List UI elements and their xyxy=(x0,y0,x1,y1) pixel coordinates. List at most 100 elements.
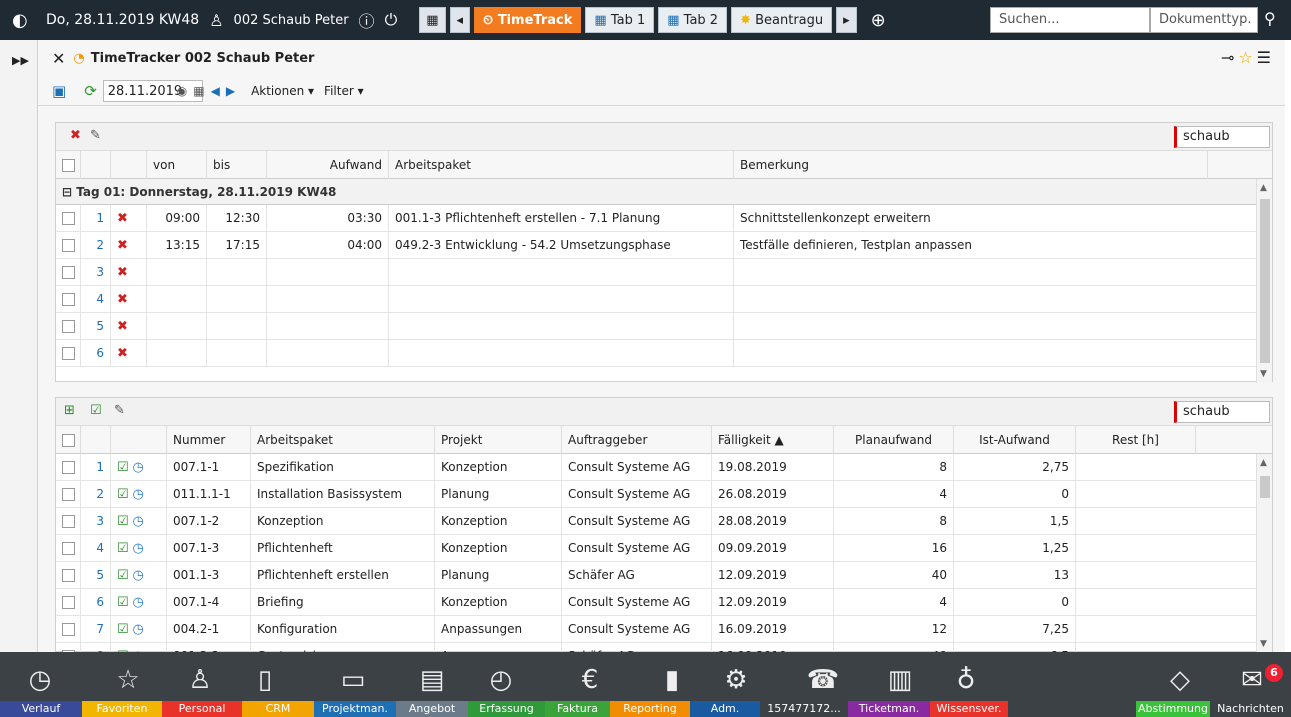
tab-beantragung[interactable]: ✸ Beantragu xyxy=(731,7,833,33)
header-projekt[interactable]: Projekt xyxy=(435,426,562,454)
cell-aufwand[interactable] xyxy=(267,340,389,367)
check-icon[interactable]: ☑ xyxy=(117,460,129,475)
cell-aufwand[interactable] xyxy=(267,286,389,313)
contacts-icon[interactable]: ▯ xyxy=(245,660,285,700)
dock-label[interactable]: Adm. xyxy=(690,701,760,717)
dock-label[interactable]: Angebot xyxy=(396,701,468,717)
clock-icon[interactable]: ◷ xyxy=(132,541,143,556)
cell-paket[interactable]: Installation Basissystem xyxy=(251,481,435,508)
header-bemerkung[interactable]: Bemerkung xyxy=(734,151,1208,179)
tab-1[interactable]: ▦ Tab 1 xyxy=(585,7,655,33)
dock-label[interactable]: Faktura xyxy=(545,701,610,717)
header-bis[interactable]: bis xyxy=(207,151,267,179)
cell-n[interactable]: 1 xyxy=(81,205,111,232)
cell-aufwand[interactable]: 03:30 xyxy=(267,205,389,232)
table-row[interactable]: 4 ☑ ◷ 007.1-3 Pflichtenheft Konzeption Consul… xyxy=(56,535,1258,562)
header-aufwand[interactable]: Aufwand xyxy=(267,151,389,179)
cell-von[interactable]: 09:00 xyxy=(147,205,207,232)
search-icon[interactable]: ⚲ xyxy=(1264,9,1276,28)
select-all-checkbox[interactable] xyxy=(56,426,81,454)
table-row[interactable]: 5 ☑ ◷ 001.1-3 Pflichtenheft erstellen Planun… xyxy=(56,562,1258,589)
cell-von[interactable] xyxy=(147,259,207,286)
grid1-scrollbar[interactable]: ▲ ▼ xyxy=(1256,179,1272,383)
menu-icon[interactable]: ☰ xyxy=(1257,48,1275,67)
cell-rest-input[interactable] xyxy=(1076,562,1258,589)
cell-bis[interactable] xyxy=(207,313,267,340)
cell-ist[interactable]: 0 xyxy=(954,481,1076,508)
delete-row-icon[interactable]: ✖ xyxy=(111,205,147,232)
cell-bis[interactable]: 12:30 xyxy=(207,205,267,232)
cell-paket[interactable] xyxy=(389,259,734,286)
cell-projekt[interactable]: Konzeption xyxy=(435,535,562,562)
cell-von[interactable] xyxy=(147,313,207,340)
dock-label[interactable]: Favoriten xyxy=(82,701,162,717)
cell-paket[interactable]: Pflichtenheft erstellen xyxy=(251,562,435,589)
cell-n[interactable]: 2 xyxy=(81,481,111,508)
table-row[interactable]: 5 ✖ xyxy=(56,313,1258,340)
day-group-header[interactable]: ⊟ Tag 01: Donnerstag, 28.11.2019 KW48 xyxy=(56,179,1258,205)
cell-plan[interactable]: 8 xyxy=(834,454,954,481)
cell-paket[interactable]: Briefing xyxy=(251,589,435,616)
dock-label[interactable]: Erfassung xyxy=(468,701,545,717)
table-row[interactable]: 2 ✖ 13:15 17:15 04:00 049.2-3 Entwicklung - 5… xyxy=(56,232,1258,259)
grid-filter-input[interactable]: schaub xyxy=(1174,401,1270,423)
cell-rest-input[interactable] xyxy=(1076,535,1258,562)
cell-n[interactable]: 3 xyxy=(81,508,111,535)
dock-label[interactable]: Ticketman. xyxy=(848,701,930,717)
expand-sidebar-icon[interactable]: ▶▶ xyxy=(12,54,29,67)
delete-row-icon[interactable]: ✖ xyxy=(111,313,147,340)
delete-row-icon[interactable]: ✖ xyxy=(111,286,147,313)
cell-faellig[interactable]: 16.09.2019 xyxy=(712,616,834,643)
cell-nummer[interactable]: 007.1-1 xyxy=(167,454,251,481)
export-icon[interactable]: ⊞ xyxy=(64,403,75,418)
table-row[interactable]: 6 ☑ ◷ 007.1-4 Briefing Konzeption Consult Sys… xyxy=(56,589,1258,616)
cell-bemerkung[interactable]: Testfälle definieren, Testplan anpassen xyxy=(734,232,1258,259)
cell-projekt[interactable]: Anpassungen xyxy=(435,616,562,643)
cell-auftraggeber[interactable]: Consult Systeme AG xyxy=(562,481,712,508)
cell-auftraggeber[interactable]: Schäfer AG xyxy=(562,562,712,589)
barcode-icon[interactable]: ▥ xyxy=(880,660,920,700)
cell-faellig[interactable]: 26.08.2019 xyxy=(712,481,834,508)
cell-auftraggeber[interactable]: Consult Systeme AG xyxy=(562,589,712,616)
cell-faellig[interactable]: 12.09.2019 xyxy=(712,562,834,589)
scroll-up-icon[interactable]: ▲ xyxy=(1260,183,1267,193)
cell-rest-input[interactable] xyxy=(1076,589,1258,616)
header-planaufwand[interactable]: Planaufwand xyxy=(834,426,954,454)
cell-plan[interactable]: 16 xyxy=(834,535,954,562)
phone-icon[interactable]: ☎ xyxy=(803,660,843,700)
tab-scroll-left-button[interactable]: ◂ xyxy=(449,7,471,33)
table-row[interactable]: 1 ☑ ◷ 007.1-1 Spezifikation Konzeption Consul… xyxy=(56,454,1258,481)
cell-auftraggeber[interactable]: Consult Systeme AG xyxy=(562,454,712,481)
dock-label[interactable]: Verlauf xyxy=(0,701,82,717)
cell-bemerkung[interactable] xyxy=(734,286,1258,313)
cell-aufwand[interactable] xyxy=(267,313,389,340)
cell-paket[interactable]: Pflichtenheft xyxy=(251,535,435,562)
cell-n[interactable]: 3 xyxy=(81,259,111,286)
cell-n[interactable]: 6 xyxy=(81,340,111,367)
cell-von[interactable] xyxy=(147,286,207,313)
table-row[interactable]: 3 ☑ ◷ 007.1-2 Konzeption Konzeption Consult S… xyxy=(56,508,1258,535)
current-user[interactable]: 002 Schaub Peter xyxy=(234,13,349,28)
cell-plan[interactable]: 12 xyxy=(834,616,954,643)
row-checkbox[interactable] xyxy=(56,259,81,286)
edit-brush-icon[interactable]: ✎ xyxy=(114,403,125,418)
tab-scroll-right-button[interactable]: ▸ xyxy=(836,7,857,33)
scroll-thumb[interactable] xyxy=(1260,476,1270,498)
cell-aufwand[interactable] xyxy=(267,259,389,286)
favorite-star-icon[interactable]: ☆ xyxy=(1238,48,1256,67)
cell-faellig[interactable]: 09.09.2019 xyxy=(712,535,834,562)
cell-n[interactable]: 6 xyxy=(81,589,111,616)
row-checkbox[interactable] xyxy=(56,286,81,313)
check-icon[interactable]: ☑ xyxy=(117,487,129,502)
row-checkbox[interactable] xyxy=(56,508,81,535)
person-icon[interactable]: ♙ xyxy=(180,660,220,700)
dock-label[interactable]: Projektman. xyxy=(314,701,396,717)
dock-label[interactable]: CRM xyxy=(242,701,314,717)
chart-icon[interactable]: ▮ xyxy=(652,660,692,700)
select-all-checkbox[interactable] xyxy=(56,151,81,179)
cell-rest-input[interactable] xyxy=(1076,616,1258,643)
edit-brush-icon[interactable]: ✎ xyxy=(90,128,101,143)
cell-rest-input[interactable] xyxy=(1076,481,1258,508)
clock-icon[interactable]: ◷ xyxy=(132,460,143,475)
scroll-down-icon[interactable]: ▼ xyxy=(1260,639,1267,649)
